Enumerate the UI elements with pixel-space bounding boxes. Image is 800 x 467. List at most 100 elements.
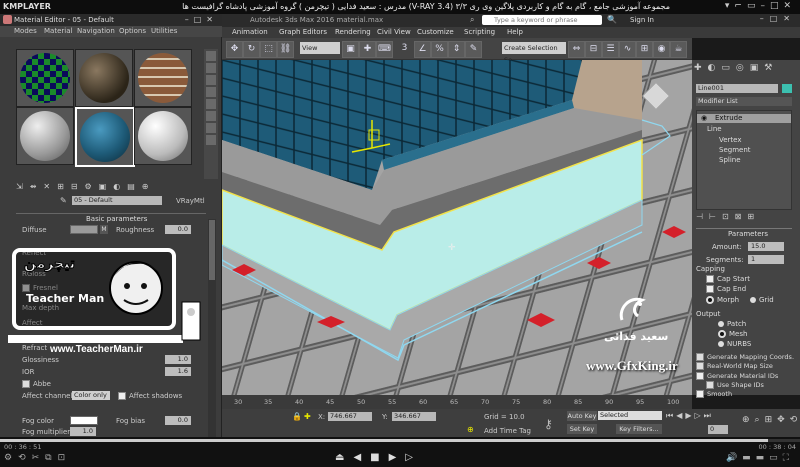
schematic-view-icon[interactable]: ⊞ xyxy=(636,41,653,58)
stack-tool-icons[interactable]: ⊣⊢⊡⊠⊞ xyxy=(696,212,792,222)
material-slot-6[interactable] xyxy=(134,107,192,165)
auto-key-button[interactable]: Auto Key xyxy=(567,411,597,421)
menu-navigation[interactable]: Navigation xyxy=(77,27,115,35)
playback-buttons[interactable]: ⏏◀■▶▷ xyxy=(335,452,422,463)
segments-spinner[interactable]: 1 xyxy=(748,255,784,264)
snaps-toggle-icon[interactable]: 3 xyxy=(397,41,412,56)
roughness-spinner[interactable]: 0.0 xyxy=(165,225,191,234)
lock-selection-icon[interactable]: 🔒 xyxy=(292,412,302,421)
viewport-nav-icons[interactable]: ⊕⌕⊞✥⟲⊡ xyxy=(742,415,800,425)
scrollbar-thumb[interactable] xyxy=(209,220,215,280)
select-move-icon[interactable]: ✥ xyxy=(226,41,243,58)
uv-tiling-icon[interactable] xyxy=(206,87,216,97)
x-coord-field[interactable]: 746.667 xyxy=(328,412,372,421)
material-editor-scrollbar[interactable] xyxy=(208,219,216,439)
affect-channels-select[interactable]: Color only xyxy=(72,391,110,400)
menu-utilities[interactable]: Utilities xyxy=(151,27,177,35)
stack-eye-icon[interactable]: ◉ xyxy=(701,114,707,122)
key-filters-button[interactable]: Key Filters... xyxy=(616,424,662,434)
player-left-icons[interactable]: ⚙⟲✂⧉⊡ xyxy=(4,453,71,463)
stack-segment[interactable]: Segment xyxy=(719,146,751,154)
percent-snap-icon[interactable]: % xyxy=(431,41,448,58)
video-color-icon[interactable] xyxy=(206,99,216,109)
menu-scripting[interactable]: Scripting xyxy=(464,28,495,36)
object-color-swatch[interactable] xyxy=(782,84,792,93)
align-icon[interactable]: ⊟ xyxy=(585,41,602,58)
sample-type-icon[interactable] xyxy=(206,51,216,61)
window-controls[interactable]: –□✕ xyxy=(760,14,796,23)
stack-vertex[interactable]: Vertex xyxy=(719,136,742,144)
material-tool-icons[interactable]: ⇲⇴✕⊞⊟⚙▣◐▤⊕ xyxy=(16,182,156,191)
select-link-icon[interactable]: ⛓ xyxy=(277,41,294,58)
select-rotate-icon[interactable]: ↻ xyxy=(243,41,260,58)
modifier-list-select[interactable]: Modifier List xyxy=(696,97,792,106)
menu-rendering[interactable]: Rendering xyxy=(335,28,371,36)
background-icon[interactable] xyxy=(206,75,216,85)
material-type-button[interactable]: VRayMtl xyxy=(176,197,205,205)
render-setup-icon[interactable]: ☕ xyxy=(670,41,687,58)
fog-color-swatch[interactable] xyxy=(70,416,98,425)
absolute-mode-icon[interactable]: ✚ xyxy=(304,412,311,421)
material-editor-icon[interactable]: ◉ xyxy=(653,41,670,58)
use-shapeids-checkbox[interactable] xyxy=(706,381,714,389)
menu-graph-editors[interactable]: Graph Editors xyxy=(279,28,327,36)
real-world-checkbox[interactable] xyxy=(696,362,704,370)
cap-end-checkbox[interactable] xyxy=(706,285,714,293)
angle-snap-icon[interactable]: ∠ xyxy=(414,41,431,58)
backlight-icon[interactable] xyxy=(206,63,216,73)
playback-controls[interactable]: ⏮◀▶▷⏭ xyxy=(666,411,714,421)
options-icon[interactable] xyxy=(206,123,216,133)
select-scale-icon[interactable]: ⬚ xyxy=(260,41,277,58)
reference-coordinate-select[interactable]: View xyxy=(300,42,340,54)
ior-spinner[interactable]: 1.6 xyxy=(165,367,191,376)
gen-mapping-checkbox[interactable] xyxy=(696,353,704,361)
current-frame-field[interactable]: 0 xyxy=(708,425,728,434)
timeline-ruler[interactable]: 30 35 40 45 50 55 60 65 70 75 80 85 90 9… xyxy=(222,395,692,409)
command-panel-tabs[interactable]: ✚◐▭◎▣⚒ xyxy=(694,63,798,75)
add-time-tag[interactable]: Add Time Tag xyxy=(484,427,531,435)
named-selection-icon[interactable]: ✎ xyxy=(465,41,482,58)
diffuse-color-swatch[interactable] xyxy=(70,225,98,234)
spinner-snap-icon[interactable]: ⇕ xyxy=(448,41,465,58)
morph-radio[interactable] xyxy=(706,296,714,304)
time-tag-icon[interactable]: ⊕ xyxy=(467,425,474,434)
eyedropper-icon[interactable]: ✎ xyxy=(60,196,72,206)
menu-customize[interactable]: Customize xyxy=(417,28,454,36)
manipulate-icon[interactable]: ✚ xyxy=(359,41,376,58)
fog-bias-spinner[interactable]: 0.0 xyxy=(165,416,191,425)
make-preview-icon[interactable] xyxy=(206,111,216,121)
stack-line[interactable]: Line xyxy=(707,125,722,133)
material-editor-window-controls[interactable]: –□✕ xyxy=(185,15,218,24)
nurbs-radio[interactable] xyxy=(718,341,724,347)
layer-manager-icon[interactable]: ☰ xyxy=(602,41,619,58)
menu-options[interactable]: Options xyxy=(119,27,146,35)
patch-radio[interactable] xyxy=(718,321,724,327)
search-icon[interactable]: 🔍 xyxy=(607,15,617,24)
cap-start-checkbox[interactable] xyxy=(706,275,714,283)
select-by-material-icon[interactable] xyxy=(206,135,216,145)
menu-help[interactable]: Help xyxy=(507,28,523,36)
fog-multiplier-spinner[interactable]: 1.0 xyxy=(70,427,96,436)
pivot-icon[interactable]: ▣ xyxy=(342,41,359,58)
material-slot-4[interactable] xyxy=(16,107,74,165)
sign-in-button[interactable]: Sign In xyxy=(630,16,654,24)
seek-bar[interactable] xyxy=(0,439,800,442)
set-key-button[interactable]: Set Key xyxy=(567,424,597,434)
stack-extrude[interactable]: Extrude xyxy=(715,114,742,122)
selection-set-select[interactable]: Create Selection Se xyxy=(502,42,566,64)
key-icon[interactable]: ⚷ xyxy=(544,417,553,431)
player-window-controls[interactable]: ▾⌐▭–□✕ xyxy=(725,1,796,11)
affect-shadows-checkbox[interactable] xyxy=(118,392,126,400)
menu-civil-view[interactable]: Civil View xyxy=(377,28,411,36)
keyboard-shortcut-icon[interactable]: ⌨ xyxy=(376,41,393,58)
menu-modes[interactable]: Modes xyxy=(14,27,37,35)
smooth-checkbox[interactable] xyxy=(696,390,704,398)
stack-spline[interactable]: Spline xyxy=(719,156,741,164)
search-binoculars-icon[interactable]: ⌕ xyxy=(470,15,474,25)
menu-material[interactable]: Material xyxy=(44,27,72,35)
parameters-rollout[interactable]: Parameters xyxy=(696,228,792,238)
material-slot-5-active[interactable] xyxy=(75,107,135,167)
amount-spinner[interactable]: 15.0 xyxy=(748,242,784,251)
mesh-radio[interactable] xyxy=(718,330,726,338)
object-name-field[interactable]: Line001 xyxy=(696,84,778,93)
